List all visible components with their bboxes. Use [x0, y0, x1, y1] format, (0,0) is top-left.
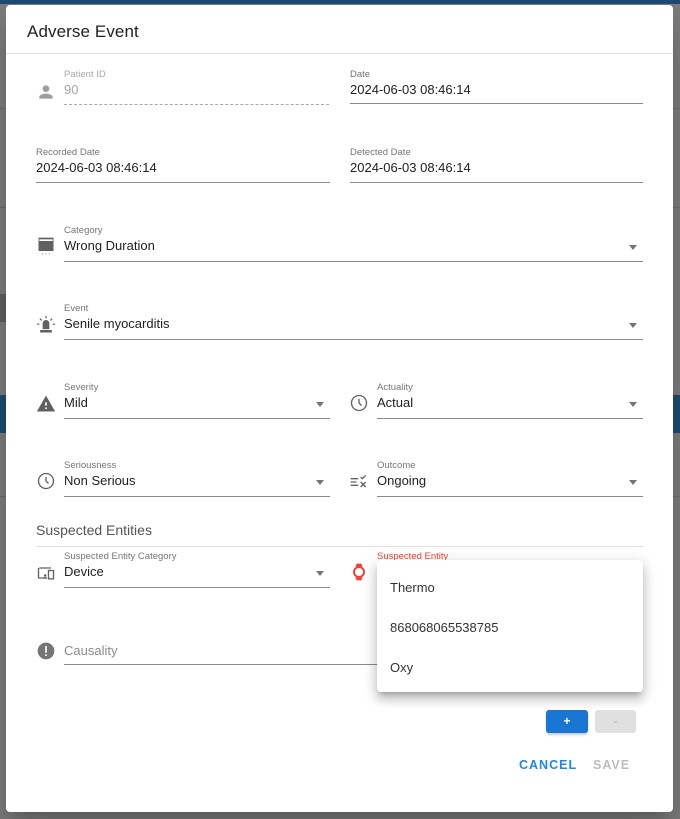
date-underline: [350, 103, 643, 104]
suspected-entities-heading: Suspected Entities: [36, 522, 152, 538]
detected-date-value[interactable]: 2024-06-03 08:46:14: [350, 160, 471, 175]
dialog-title: Adverse Event: [27, 22, 139, 41]
outcome-value: Ongoing: [377, 473, 427, 488]
chevron-down-icon[interactable]: [629, 480, 637, 485]
patient-id-underline: [64, 104, 329, 105]
outcome-label: Outcome: [377, 460, 416, 471]
suspected-entity-dropdown: Thermo 868068065538785 Oxy: [377, 560, 643, 692]
clock-icon: [36, 471, 56, 491]
menu-option-oxy[interactable]: Oxy: [377, 648, 643, 688]
actuality-select[interactable]: Actuality Actual: [377, 382, 643, 419]
remove-entity-button[interactable]: -: [595, 710, 636, 733]
severity-underline: [64, 418, 330, 419]
person-icon: [36, 82, 56, 102]
adverse-event-dialog: Adverse Event Patient ID 90 Date 2024-06…: [6, 5, 673, 812]
event-select[interactable]: Event Senile myocarditis: [64, 303, 643, 340]
clock-icon: [349, 393, 369, 413]
suspected-entity-category-select[interactable]: Suspected Entity Category Device: [64, 551, 330, 588]
watch-icon: [349, 562, 369, 582]
suspected-entity-category-value: Device: [64, 564, 104, 579]
category-select[interactable]: Category Wrong Duration: [64, 225, 643, 262]
actuality-underline: [377, 418, 643, 419]
recorded-date-label: Recorded Date: [36, 147, 100, 158]
patient-id-label: Patient ID: [64, 69, 106, 80]
checklist-icon: [349, 472, 369, 492]
warning-icon: [36, 394, 56, 414]
event-label: Event: [64, 303, 89, 314]
add-entity-button[interactable]: +: [546, 710, 588, 733]
error-icon: [36, 641, 56, 661]
chevron-down-icon[interactable]: [316, 571, 324, 576]
background-app-bar: [0, 0, 680, 4]
category-label: Category: [64, 225, 103, 236]
detected-date-field[interactable]: Detected Date 2024-06-03 08:46:14: [350, 147, 643, 183]
seriousness-value: Non Serious: [64, 473, 136, 488]
patient-id-value: 90: [64, 82, 79, 97]
menu-option-thermo[interactable]: Thermo: [377, 568, 643, 608]
category-underline: [64, 261, 643, 262]
date-field[interactable]: Date 2024-06-03 08:46:14: [350, 69, 643, 104]
menu-option-device-id[interactable]: 868068065538785: [377, 608, 643, 648]
event-underline: [64, 339, 643, 340]
chevron-down-icon[interactable]: [629, 323, 637, 328]
seriousness-underline: [64, 496, 330, 497]
severity-value: Mild: [64, 395, 88, 410]
suspected-entity-category-label: Suspected Entity Category: [64, 551, 177, 562]
calendar-view-icon: [36, 236, 56, 256]
actuality-value: Actual: [377, 395, 414, 410]
date-value[interactable]: 2024-06-03 08:46:14: [350, 82, 471, 97]
section-divider: [36, 546, 643, 547]
detected-date-underline: [350, 182, 643, 183]
event-value: Senile myocarditis: [64, 316, 170, 331]
seriousness-label: Seriousness: [64, 460, 117, 471]
seriousness-select[interactable]: Seriousness Non Serious: [64, 460, 330, 497]
outcome-select[interactable]: Outcome Ongoing: [377, 460, 643, 497]
severity-label: Severity: [64, 382, 99, 393]
title-divider: [6, 53, 673, 54]
causality-placeholder: Causality: [64, 643, 118, 658]
actuality-label: Actuality: [377, 382, 413, 393]
save-button[interactable]: SAVE: [593, 758, 630, 772]
recorded-date-underline: [36, 182, 330, 183]
chevron-down-icon[interactable]: [629, 402, 637, 407]
category-value: Wrong Duration: [64, 238, 155, 253]
chevron-down-icon[interactable]: [629, 245, 637, 250]
outcome-underline: [377, 496, 643, 497]
siren-icon: [36, 315, 56, 335]
detected-date-label: Detected Date: [350, 147, 411, 158]
recorded-date-field[interactable]: Recorded Date 2024-06-03 08:46:14: [36, 147, 330, 183]
severity-select[interactable]: Severity Mild: [64, 382, 330, 419]
recorded-date-value[interactable]: 2024-06-03 08:46:14: [36, 160, 157, 175]
chevron-down-icon[interactable]: [316, 480, 324, 485]
devices-icon: [36, 563, 56, 583]
chevron-down-icon[interactable]: [316, 402, 324, 407]
suspected-entity-category-underline: [64, 587, 330, 588]
patient-id-field: Patient ID 90: [64, 69, 329, 105]
cancel-button[interactable]: CANCEL: [519, 758, 577, 772]
date-label: Date: [350, 69, 371, 80]
